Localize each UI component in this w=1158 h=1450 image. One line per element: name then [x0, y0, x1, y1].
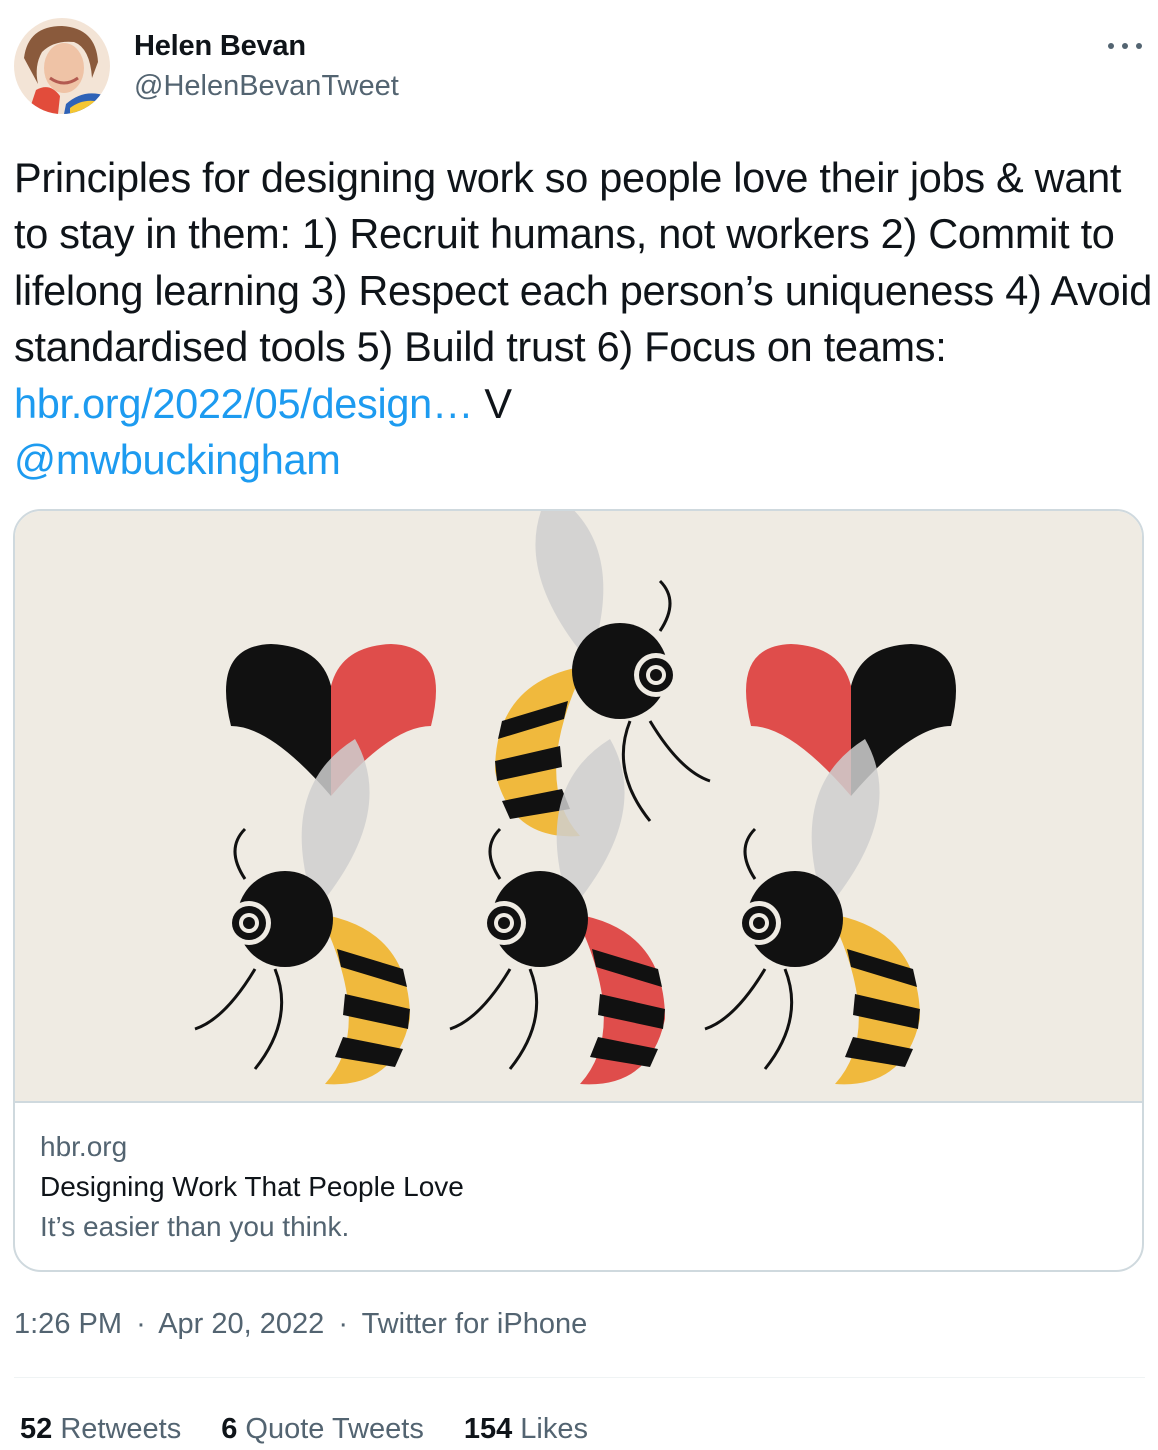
meta-separator: ·: [136, 1308, 146, 1340]
author-handle[interactable]: @HelenBevanTweet: [134, 70, 399, 103]
meta-separator: ·: [338, 1308, 349, 1340]
bees-illustration: [193, 511, 956, 1086]
tweet-link[interactable]: hbr.org/2022/05/design…: [14, 380, 473, 427]
avatar-image: [14, 18, 110, 114]
tweet-date[interactable]: Apr 20, 2022: [158, 1308, 324, 1340]
retweets-label: Retweets: [60, 1413, 182, 1445]
link-card[interactable]: hbr.org Designing Work That People Love …: [13, 509, 1144, 1272]
dot: [1136, 43, 1142, 49]
retweets-count: 52: [20, 1413, 53, 1445]
tweet-text: Principles for designing work so people …: [14, 150, 1152, 488]
card-domain: hbr.org: [40, 1131, 128, 1162]
retweets-stat[interactable]: 52 Retweets: [20, 1413, 181, 1446]
author-name[interactable]: Helen Bevan: [134, 30, 306, 63]
likes-stat[interactable]: 154 Likes: [464, 1413, 588, 1446]
quotes-label: Quote Tweets: [245, 1413, 424, 1445]
tweet-body: Principles for designing work so people …: [14, 154, 1153, 371]
avatar[interactable]: [14, 18, 110, 114]
tweet-meta: 1:26 PM · Apr 20, 2022 · Twitter for iPh…: [14, 1308, 587, 1341]
tweet-source[interactable]: Twitter for iPhone: [362, 1308, 588, 1340]
likes-count: 154: [463, 1413, 513, 1445]
likes-label: Likes: [520, 1413, 588, 1445]
card-image: [15, 511, 1142, 1103]
card-title: Designing Work That People Love: [40, 1171, 464, 1202]
dot: [1108, 43, 1114, 49]
tweet: Helen Bevan @HelenBevanTweet Principles …: [0, 0, 1158, 1450]
tweet-stats: 52 Retweets 6 Quote Tweets 154 Likes: [20, 1413, 588, 1446]
dot: [1122, 43, 1128, 49]
tweet-time[interactable]: 1:26 PM: [14, 1308, 122, 1340]
tweet-after-link: V: [473, 379, 512, 427]
quote-tweets-stat[interactable]: 6 Quote Tweets: [221, 1413, 424, 1446]
card-description: It’s easier than you think.: [40, 1211, 350, 1242]
quotes-count: 6: [221, 1413, 238, 1445]
divider: [14, 1377, 1145, 1378]
more-dots-icon[interactable]: [1108, 36, 1142, 56]
mention-link[interactable]: @mwbuckingham: [14, 436, 341, 483]
